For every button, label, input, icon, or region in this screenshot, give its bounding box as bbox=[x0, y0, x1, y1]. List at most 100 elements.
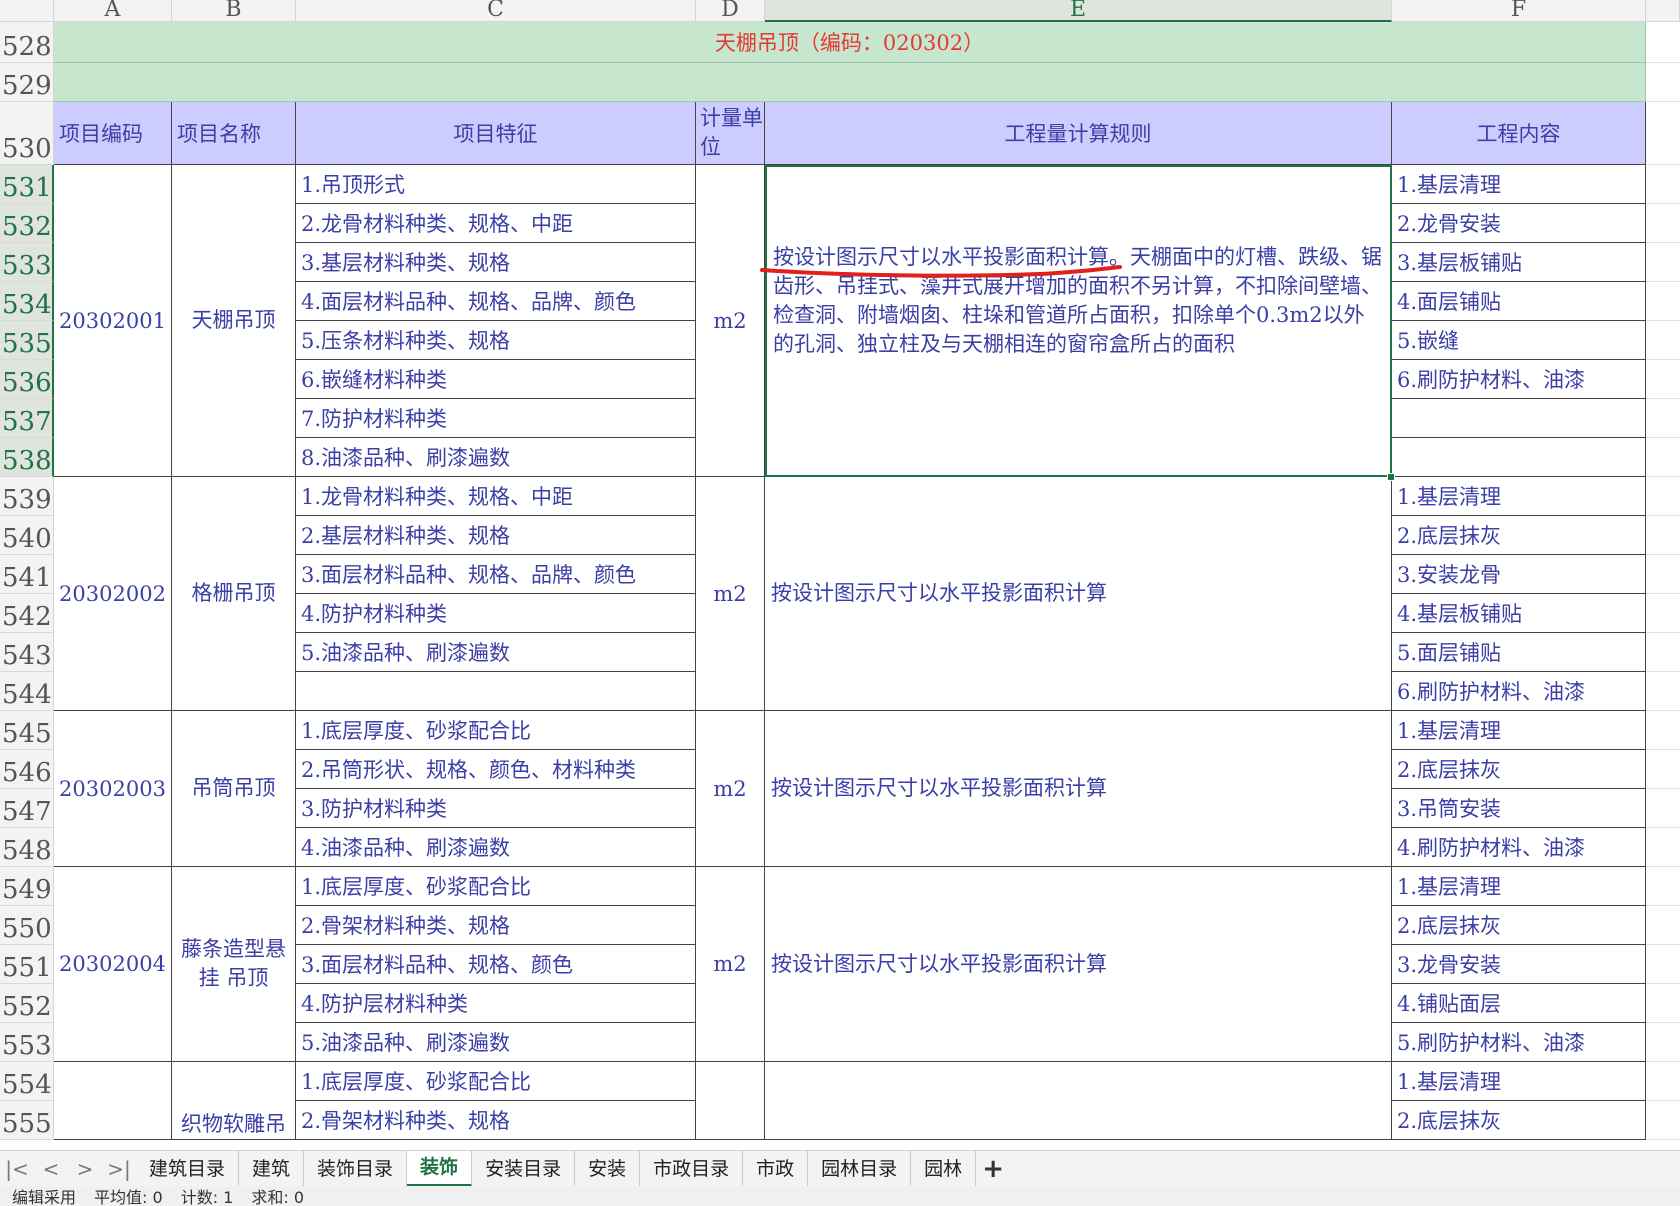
banner-title-cell[interactable]: 天棚吊顶（编码：020302） bbox=[54, 22, 1646, 63]
feature-cell[interactable]: 1.吊顶形式 bbox=[296, 165, 696, 204]
feature-cell[interactable]: 4.面层材料品种、规格、品牌、颜色 bbox=[296, 282, 696, 321]
row-header[interactable]: 544 bbox=[0, 672, 54, 711]
banner-empty-cell[interactable] bbox=[54, 63, 1646, 102]
header-cell-name[interactable]: 项目名称 bbox=[172, 102, 296, 165]
feature-cell[interactable]: 6.嵌缝材料种类 bbox=[296, 360, 696, 399]
row-header[interactable]: 537 bbox=[0, 399, 54, 438]
spreadsheet-grid[interactable]: A B C D E F 528 529 530 531 532 533 534 535 536 537 538 5… bbox=[0, 0, 1680, 1150]
feature-cell[interactable]: 1.底层厚度、砂浆配合比 bbox=[296, 1062, 696, 1101]
row-header[interactable]: 542 bbox=[0, 594, 54, 633]
item-rule-cell[interactable]: 按设计图示尺寸以水平投影面积计算 bbox=[765, 867, 1392, 1062]
feature-cell[interactable]: 2.骨架材料种类、规格 bbox=[296, 1101, 696, 1140]
feature-cell[interactable]: 3.面层材料品种、规格、颜色 bbox=[296, 945, 696, 984]
feature-cell[interactable]: 1.底层厚度、砂浆配合比 bbox=[296, 867, 696, 906]
sheet-tab[interactable]: 装饰目录 bbox=[304, 1150, 408, 1187]
item-unit-cell[interactable]: m2 bbox=[696, 477, 765, 711]
feature-cell[interactable]: 3.防护材料种类 bbox=[296, 789, 696, 828]
select-all-corner[interactable] bbox=[0, 0, 54, 22]
item-unit-cell[interactable]: m2 bbox=[696, 165, 765, 477]
column-header-b[interactable]: B bbox=[172, 0, 296, 22]
content-cell[interactable]: 5.面层铺贴 bbox=[1392, 633, 1646, 672]
last-sheet-button[interactable]: >| bbox=[102, 1157, 136, 1181]
item-rule-cell[interactable]: 按设计图示尺寸以水平投影面积计算 bbox=[765, 711, 1392, 867]
item-code-cell[interactable]: 20302002 bbox=[54, 477, 172, 711]
content-cell[interactable]: 2.底层抹灰 bbox=[1392, 750, 1646, 789]
feature-cell[interactable]: 1.底层厚度、砂浆配合比 bbox=[296, 711, 696, 750]
sheet-tab[interactable]: 市政 bbox=[743, 1150, 809, 1187]
column-header-c[interactable]: C bbox=[296, 0, 696, 22]
content-cell[interactable]: 1.基层清理 bbox=[1392, 165, 1646, 204]
content-cell[interactable]: 2.龙骨安装 bbox=[1392, 204, 1646, 243]
row-header[interactable]: 554 bbox=[0, 1062, 54, 1101]
feature-cell[interactable]: 3.面层材料品种、规格、品牌、颜色 bbox=[296, 555, 696, 594]
content-cell[interactable]: 4.刷防护材料、油漆 bbox=[1392, 828, 1646, 867]
row-header[interactable]: 552 bbox=[0, 984, 54, 1023]
content-cell[interactable]: 6.刷防护材料、油漆 bbox=[1392, 360, 1646, 399]
row-header[interactable]: 548 bbox=[0, 828, 54, 867]
row-header[interactable]: 532 bbox=[0, 204, 54, 243]
item-code-cell[interactable]: 20302003 bbox=[54, 711, 172, 867]
row-header[interactable]: 535 bbox=[0, 321, 54, 360]
feature-cell[interactable]: 5.油漆品种、刷漆遍数 bbox=[296, 633, 696, 672]
item-name-cell[interactable]: 藤条造型悬挂 吊顶 bbox=[172, 867, 296, 1062]
content-cell[interactable]: 1.基层清理 bbox=[1392, 1062, 1646, 1101]
feature-cell[interactable]: 4.油漆品种、刷漆遍数 bbox=[296, 828, 696, 867]
sheet-tab[interactable]: 安装目录 bbox=[472, 1150, 576, 1187]
sheet-tab[interactable]: 市政目录 bbox=[640, 1150, 744, 1187]
feature-cell[interactable]: 4.防护层材料种类 bbox=[296, 984, 696, 1023]
column-header-a[interactable]: A bbox=[54, 0, 172, 22]
header-cell-rule[interactable]: 工程量计算规则 bbox=[765, 102, 1392, 165]
sheet-tab[interactable]: 建筑目录 bbox=[136, 1150, 240, 1187]
item-name-cell[interactable]: 织物软雕吊 bbox=[172, 1062, 296, 1140]
row-header[interactable]: 538 bbox=[0, 438, 54, 477]
item-rule-cell[interactable]: 按设计图示尺寸以水平投影面积计算 bbox=[765, 477, 1392, 711]
content-cell[interactable]: 1.基层清理 bbox=[1392, 477, 1646, 516]
item-code-cell[interactable] bbox=[54, 1062, 172, 1140]
content-cell[interactable]: 4.基层板铺贴 bbox=[1392, 594, 1646, 633]
item-unit-cell[interactable] bbox=[696, 1062, 765, 1140]
selected-rule-cell[interactable]: 按设计图示尺寸以水平投影面积计算。天棚面中的灯槽、跌级、锯齿形、吊挂式、藻井式展… bbox=[765, 165, 1392, 477]
item-unit-cell[interactable]: m2 bbox=[696, 711, 765, 867]
row-header[interactable]: 541 bbox=[0, 555, 54, 594]
header-cell-feature[interactable]: 项目特征 bbox=[296, 102, 696, 165]
feature-cell[interactable]: 2.龙骨材料种类、规格、中距 bbox=[296, 204, 696, 243]
feature-cell[interactable]: 8.油漆品种、刷漆遍数 bbox=[296, 438, 696, 477]
feature-cell[interactable]: 5.油漆品种、刷漆遍数 bbox=[296, 1023, 696, 1062]
sheet-tab[interactable]: 安装 bbox=[575, 1150, 641, 1187]
item-code-cell[interactable]: 20302004 bbox=[54, 867, 172, 1062]
row-header[interactable]: 539 bbox=[0, 477, 54, 516]
feature-cell[interactable]: 5.压条材料种类、规格 bbox=[296, 321, 696, 360]
row-header[interactable]: 528 bbox=[0, 22, 54, 63]
content-cell[interactable]: 1.基层清理 bbox=[1392, 867, 1646, 906]
feature-cell[interactable]: 4.防护材料种类 bbox=[296, 594, 696, 633]
row-header[interactable]: 529 bbox=[0, 63, 54, 102]
row-header[interactable]: 540 bbox=[0, 516, 54, 555]
column-header-e[interactable]: E bbox=[765, 0, 1392, 22]
fill-handle[interactable] bbox=[1387, 473, 1395, 481]
item-unit-cell[interactable]: m2 bbox=[696, 867, 765, 1062]
row-header[interactable]: 546 bbox=[0, 750, 54, 789]
feature-cell[interactable]: 3.基层材料种类、规格 bbox=[296, 243, 696, 282]
feature-cell[interactable]: 1.龙骨材料种类、规格、中距 bbox=[296, 477, 696, 516]
content-cell[interactable]: 5.嵌缝 bbox=[1392, 321, 1646, 360]
feature-cell[interactable]: 7.防护材料种类 bbox=[296, 399, 696, 438]
item-name-cell[interactable]: 格栅吊顶 bbox=[172, 477, 296, 711]
sheet-tab[interactable]: 园林目录 bbox=[808, 1150, 912, 1187]
content-cell[interactable]: 4.面层铺贴 bbox=[1392, 282, 1646, 321]
row-header[interactable]: 533 bbox=[0, 243, 54, 282]
content-cell[interactable]: 5.刷防护材料、油漆 bbox=[1392, 1023, 1646, 1062]
content-cell[interactable]: 3.吊筒安装 bbox=[1392, 789, 1646, 828]
column-header-d[interactable]: D bbox=[696, 0, 765, 22]
feature-cell[interactable] bbox=[296, 672, 696, 711]
item-code-cell[interactable]: 20302001 bbox=[54, 165, 172, 477]
row-header[interactable]: 534 bbox=[0, 282, 54, 321]
item-name-cell[interactable]: 天棚吊顶 bbox=[172, 165, 296, 477]
column-header-f[interactable]: F bbox=[1392, 0, 1646, 22]
row-header[interactable]: 531 bbox=[0, 165, 54, 204]
header-cell-content[interactable]: 工程内容 bbox=[1392, 102, 1646, 165]
add-sheet-button[interactable]: + bbox=[976, 1154, 1010, 1184]
content-cell[interactable]: 3.基层板铺贴 bbox=[1392, 243, 1646, 282]
sheet-tab[interactable]: 装饰 bbox=[407, 1150, 473, 1187]
content-cell[interactable]: 3.龙骨安装 bbox=[1392, 945, 1646, 984]
content-cell[interactable]: 3.安装龙骨 bbox=[1392, 555, 1646, 594]
